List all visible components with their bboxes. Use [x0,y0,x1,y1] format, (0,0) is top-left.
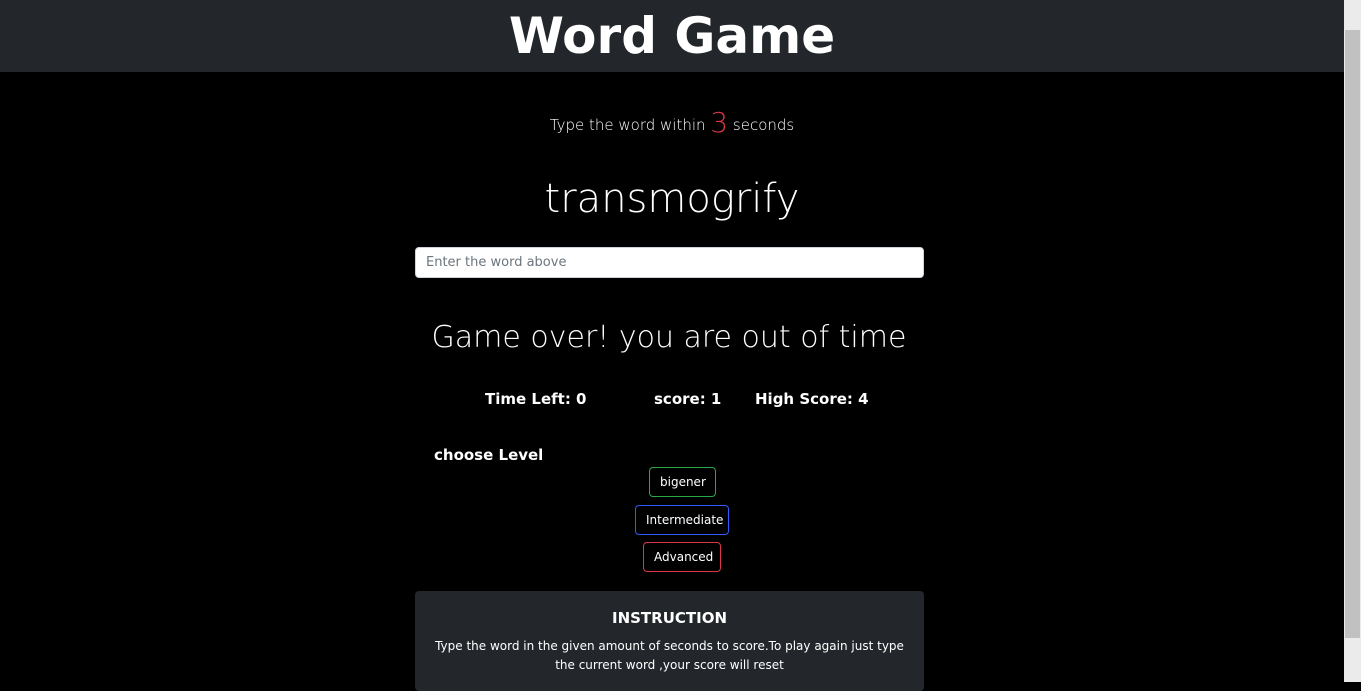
instruction-title: INSTRUCTION [611,609,728,627]
beginner-level-button[interactable]: bigener [649,467,716,497]
page-title: Word Game [508,7,836,65]
score: score: 1 [654,390,722,408]
seconds-value: 3 [710,106,729,139]
instruction-card: INSTRUCTION Type the word in the given a… [415,591,924,691]
vertical-scrollbar[interactable] [1344,0,1361,682]
app-header: Word Game [0,0,1344,72]
main-content: Type the word within 3 seconds transmogr… [0,72,1344,691]
choose-level-label: choose Level [434,446,544,464]
high-score: High Score: 4 [755,390,869,408]
word-input[interactable] [415,247,924,278]
intermediate-level-button[interactable]: Intermediate [635,505,729,535]
advanced-level-button[interactable]: Advanced [643,542,721,572]
scrollbar-thumb[interactable] [1345,30,1360,638]
game-over-message: Game over! you are out of time [431,320,907,355]
time-instruction: Type the word within 3 seconds [0,106,1344,139]
time-left: Time Left: 0 [485,390,587,408]
current-word: transmogrify [544,176,800,222]
instruction-text: Type the word in the given amount of sec… [435,639,904,672]
lead-suffix: seconds [732,116,795,134]
stats-row: Time Left: 0 score: 1 High Score: 4 [0,390,1344,412]
lead-prefix: Type the word within [549,116,706,134]
